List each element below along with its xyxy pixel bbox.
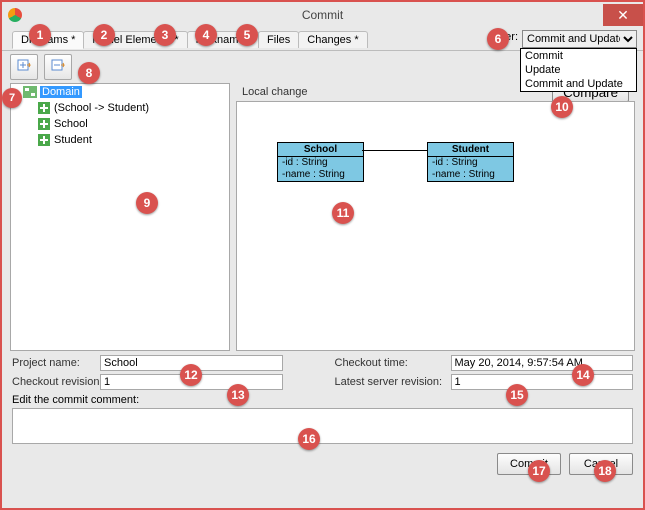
- tree-label: (School -> Student): [54, 102, 149, 114]
- plus-icon: [36, 101, 52, 115]
- entity-name: School: [278, 143, 363, 157]
- filter-option-commit[interactable]: Commit: [521, 49, 636, 63]
- preview-title: Local change: [242, 86, 307, 98]
- tree-label: Student: [54, 134, 92, 146]
- entity-school[interactable]: School -id : String -name : String: [277, 142, 364, 182]
- expand-all-button[interactable]: [10, 54, 38, 80]
- tree-node-school[interactable]: School: [11, 116, 229, 132]
- project-name-field[interactable]: [100, 355, 283, 371]
- tree-node-domain[interactable]: - Domain: [11, 84, 229, 100]
- tab-nicknames[interactable]: Nicknames: [187, 31, 259, 48]
- tree-label: Domain: [40, 86, 82, 98]
- comment-textarea[interactable]: [12, 408, 633, 444]
- plus-icon: [36, 117, 52, 131]
- tree-label: School: [54, 118, 88, 130]
- filter-option-commit-and-update[interactable]: Commit and Update: [521, 77, 636, 91]
- entity-attr: -id : String: [428, 157, 513, 169]
- filter-label: Filter:: [491, 30, 519, 43]
- footer: Project name: Checkout time: Checkout re…: [2, 351, 643, 475]
- entity-attr: -name : String: [278, 169, 363, 181]
- tree-node-student[interactable]: Student: [11, 132, 229, 148]
- checkout-rev-field[interactable]: [100, 374, 283, 390]
- filter-group: Filter: Commit and Update Commit Update …: [491, 30, 638, 48]
- tab-bar: Diagrams * Model Elements * Nicknames Fi…: [2, 28, 643, 50]
- tree-view[interactable]: - Domain (School -> Student): [10, 83, 230, 351]
- comment-label: Edit the commit comment:: [12, 394, 633, 406]
- tab-model-elements[interactable]: Model Elements *: [83, 31, 187, 48]
- project-name-label: Project name:: [12, 357, 94, 369]
- server-rev-label: Latest server revision:: [335, 376, 445, 388]
- checkout-time-field[interactable]: [451, 355, 634, 371]
- tree-node-relation[interactable]: (School -> Student): [11, 100, 229, 116]
- commit-dialog: Commit ✕ Diagrams * Model Elements * Nic…: [0, 0, 645, 510]
- content-area: - Domain (School -> Student): [2, 50, 643, 439]
- entity-student[interactable]: Student -id : String -name : String: [427, 142, 514, 182]
- filter-dropdown: Commit Update Commit and Update: [520, 48, 637, 92]
- diagram-canvas[interactable]: School -id : String -name : String Stude…: [236, 101, 635, 351]
- cancel-button[interactable]: Cancel: [569, 453, 633, 475]
- titlebar: Commit ✕: [2, 2, 643, 28]
- tab-changes[interactable]: Changes *: [298, 31, 367, 48]
- server-rev-field[interactable]: [451, 374, 634, 390]
- checkout-time-label: Checkout time:: [335, 357, 445, 369]
- preview-pane: Local change Compare School -id : String…: [236, 83, 635, 351]
- window-title: Commit: [2, 8, 643, 22]
- collapse-icon: [50, 58, 66, 77]
- commit-button[interactable]: Commit: [497, 453, 561, 475]
- expand-icon: [16, 58, 32, 77]
- checkout-rev-label: Checkout revision:: [12, 376, 94, 388]
- association-line[interactable]: [362, 150, 427, 151]
- entity-name: Student: [428, 143, 513, 157]
- expander-icon[interactable]: -: [11, 86, 22, 99]
- tab-diagrams[interactable]: Diagrams *: [12, 31, 84, 49]
- diagram-icon: [22, 85, 38, 99]
- tab-files[interactable]: Files: [258, 31, 299, 48]
- filter-option-update[interactable]: Update: [521, 63, 636, 77]
- collapse-all-button[interactable]: [44, 54, 72, 80]
- plus-icon: [36, 133, 52, 147]
- filter-select[interactable]: Commit and Update: [522, 30, 637, 48]
- entity-attr: -id : String: [278, 157, 363, 169]
- entity-attr: -name : String: [428, 169, 513, 181]
